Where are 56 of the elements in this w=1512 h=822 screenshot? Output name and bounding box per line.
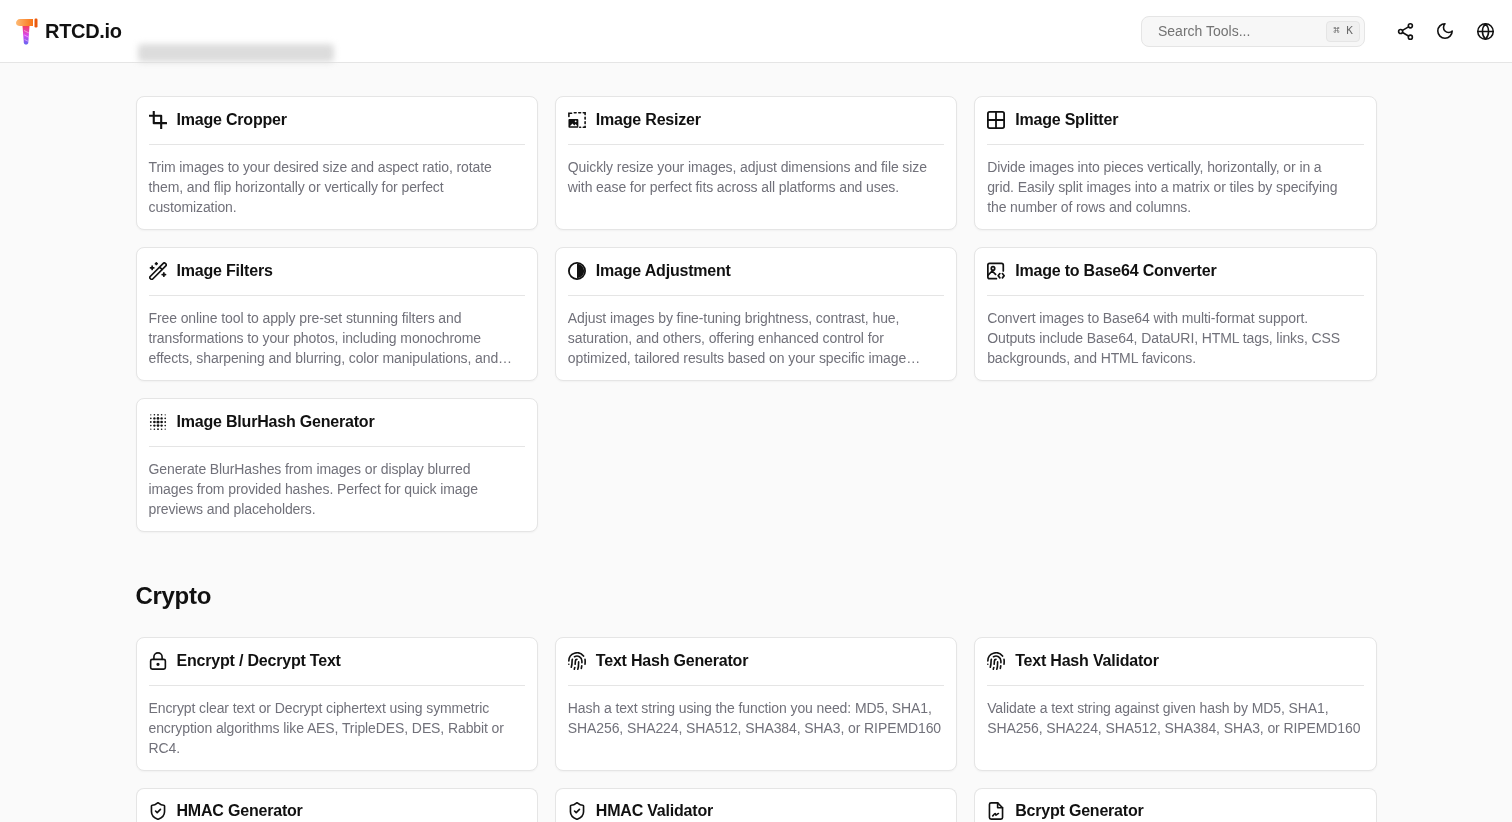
tool-card[interactable]: Text Hash Validator Validate a text string against given hash by MD5, SHA1, SHA256, SHA224, SHA512, SHA384, SHA3, or RIPEMD160 (974, 637, 1377, 771)
tool-title: Image to Base64 Converter (1015, 261, 1217, 281)
dashed-frame-image-icon (567, 111, 586, 129)
tool-card[interactable]: HMAC Validator (554, 788, 958, 822)
tool-card[interactable]: Image BlurHash Generator Generate BlurHashes from images or display blurred images from provided hashes. Perfect for quick image previews and placeholders. (135, 398, 538, 532)
tool-card[interactable]: Image Cropper Trim images to your desired size and aspect ratio, rotate them, and flip horizontally or vertically for perfect customization. (135, 96, 538, 230)
globe-icon (1476, 22, 1494, 40)
tool-card[interactable]: Image Filters Free online tool to apply pre-set stunning filters and transformations to your photos, including monochrome effects, sharpening and blurring, color manipulations, and… (135, 247, 538, 381)
shield-check-icon (148, 802, 167, 820)
fingerprint-icon (987, 652, 1006, 670)
tool-card[interactable]: Image to Base64 Converter Convert images to Base64 with multi-format support. Outputs include Base64, DataURI, HTML tags, links, CSS backgrounds, and HTML favicons. (974, 247, 1377, 381)
tool-title: Image Filters (176, 261, 273, 281)
tool-card[interactable]: HMAC Generator (135, 788, 538, 822)
moon-icon (1437, 23, 1453, 39)
tool-card[interactable]: Bcrypt Generator (974, 788, 1377, 822)
tool-description: Free online tool to apply pre-set stunning filters and transformations to your photos, including monochrome effects, sharpening and blurring, color manipulations, and… (148, 309, 513, 368)
share-icon (1396, 22, 1414, 40)
tool-title: Image Cropper (176, 110, 287, 130)
tool-card[interactable]: Image Splitter Divide images into pieces vertically, horizontally, or in a grid. Easily split images into a matrix or tiles by specifying the number of rows and columns. (974, 96, 1377, 230)
tool-title: Image BlurHash Generator (176, 412, 375, 432)
tool-description: Validate a text string against given hash by MD5, SHA1, SHA256, SHA224, SHA512, SHA384, SHA3, or RIPEMD160 (987, 699, 1362, 738)
tool-title: Image Adjustment (595, 261, 731, 281)
tool-description: Divide images into pieces vertically, horizontally, or in a grid. Easily split images into a matrix or tiles by specifying the number of rows and columns. (987, 158, 1339, 217)
section-heading: Crypto (135, 581, 212, 611)
tool-description: Quickly resize your images, adjust dimensions and file size with ease for perfect fits across all platforms and uses. (567, 158, 928, 197)
fingerprint-icon (567, 652, 586, 670)
hammer-logo-icon[interactable] (15, 17, 38, 45)
tool-description: Convert images to Base64 with multi-format support. Outputs include Base64, DataURI, HTML tags, links, CSS backgrounds, and HTML favicons. (987, 309, 1341, 368)
shield-check-icon (567, 802, 586, 820)
magic-wand-icon (148, 262, 167, 280)
tool-card[interactable]: Encrypt / Decrypt Text Encrypt clear text or Decrypt ciphertext using symmetric encryption algorithms like AES, TripleDES, DES, Rabbit or RC4. (135, 637, 538, 771)
tool-description: Hash a text string using the function you need: MD5, SHA1, SHA256, SHA224, SHA512, SHA384, SHA3, or RIPEMD160 (567, 699, 943, 738)
dot-grid-icon (148, 413, 167, 431)
tool-card[interactable]: Image Resizer Quickly resize your images, adjust dimensions and file size with ease for perfect fits across all platforms and uses. (554, 96, 958, 230)
tool-title: Image Splitter (1015, 110, 1119, 130)
tool-title: Encrypt / Decrypt Text (176, 651, 341, 671)
tool-title: Bcrypt Generator (1015, 801, 1144, 821)
file-signature-icon (987, 802, 1006, 820)
tool-title: Text Hash Validator (1015, 651, 1159, 671)
tool-description: Trim images to your desired size and aspect ratio, rotate them, and flip horizontally or vertically for perfect customization. (148, 158, 493, 217)
tool-card[interactable]: Image Adjustment Adjust images by fine-tuning brightness, contrast, hue, saturation, and others, offering enhanced control for optimized, tailored results based on your specific image… (554, 247, 958, 381)
image-code-icon (987, 262, 1006, 280)
grid-icon (987, 111, 1006, 129)
tool-title: Image Resizer (595, 110, 701, 130)
keyboard-shortcut: ⌘ K (1326, 20, 1360, 42)
tool-title: Text Hash Generator (595, 651, 749, 671)
lock-icon (148, 652, 167, 670)
tool-title: HMAC Validator (595, 801, 714, 821)
tool-description: Encrypt clear text or Decrypt ciphertext using symmetric encryption algorithms like AES, TripleDES, DES, Rabbit or RC4. (148, 699, 505, 758)
site-name[interactable]: RTCD.io (45, 17, 122, 45)
contrast-icon (567, 262, 586, 280)
tool-title: HMAC Generator (176, 801, 303, 821)
crop-icon (148, 111, 167, 129)
tool-card[interactable]: Text Hash Generator Hash a text string using the function you need: MD5, SHA1, SHA256, SHA224, SHA512, SHA384, SHA3, or RIPEMD160 (554, 637, 958, 771)
tool-description: Adjust images by fine-tuning brightness, contrast, hue, saturation, and others, offering enhanced control for optimized, tailored results based on your specific image… (567, 309, 922, 368)
tool-description: Generate BlurHashes from images or display blurred images from provided hashes. Perfect for quick image previews and placeholders. (148, 460, 479, 519)
